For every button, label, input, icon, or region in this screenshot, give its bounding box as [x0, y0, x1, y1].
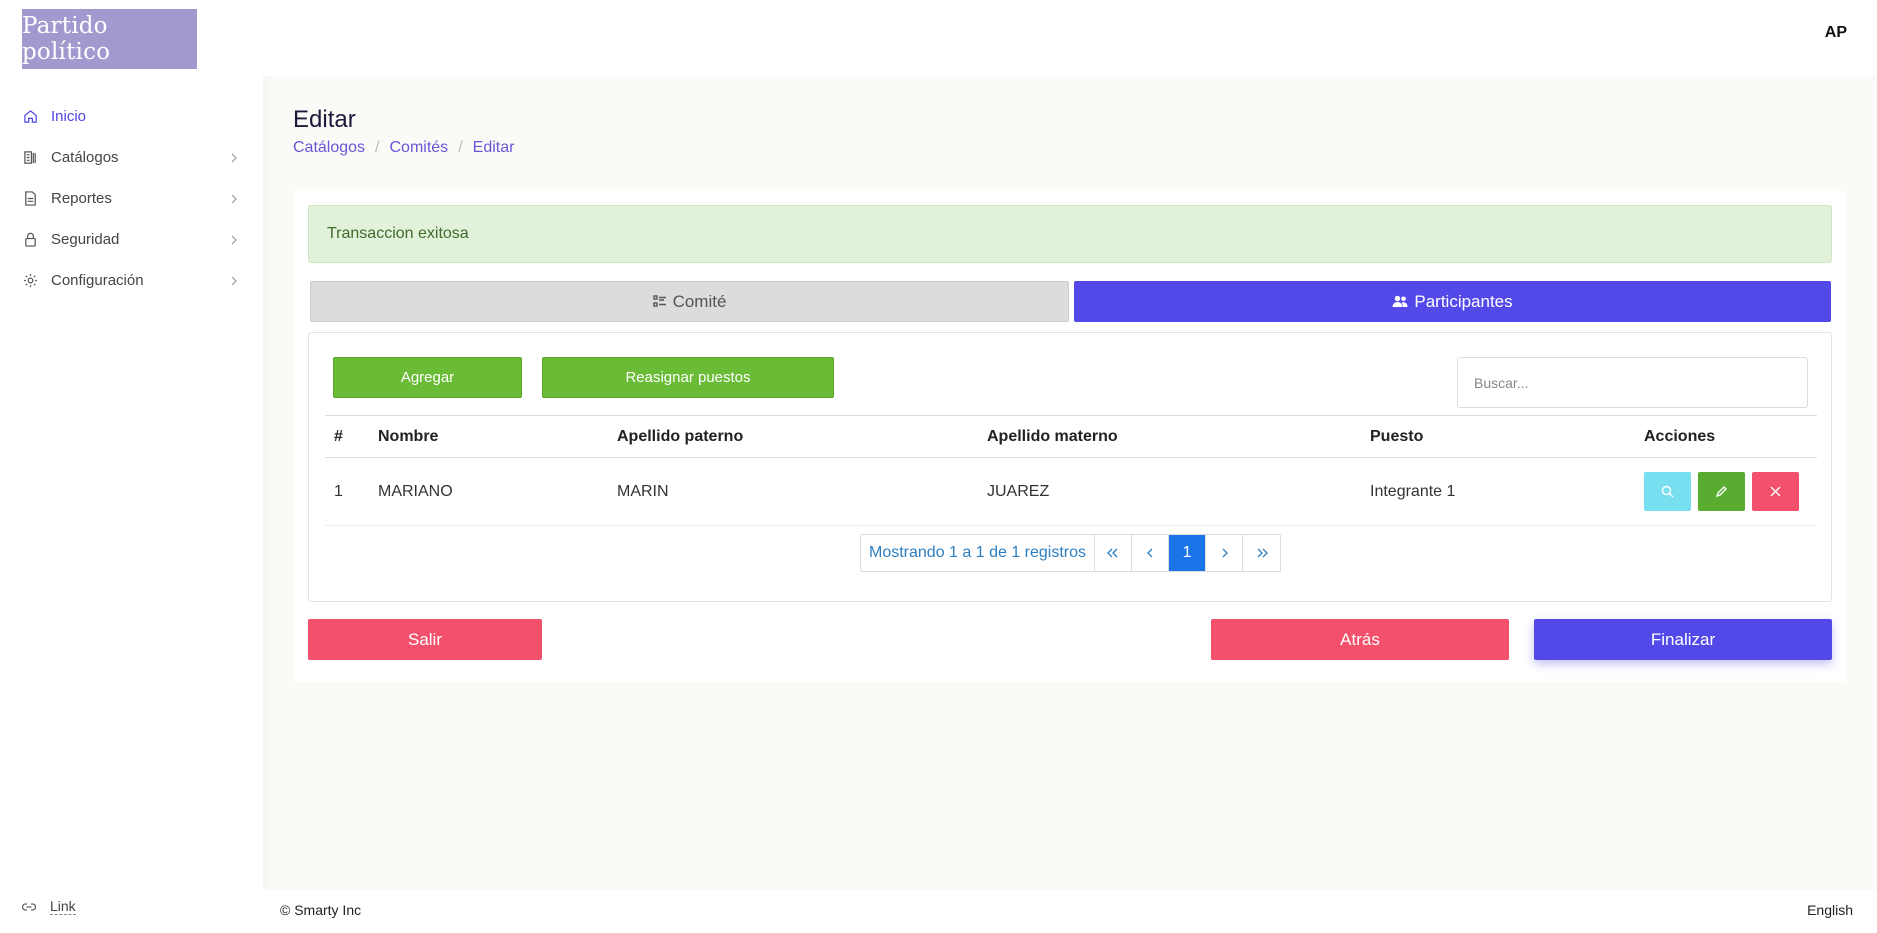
- sidebar-item-label: Reportes: [51, 190, 112, 207]
- reassign-button[interactable]: Reasignar puestos: [542, 357, 834, 398]
- chevron-right-icon: [231, 235, 237, 244]
- table-row: 1 MARIANO MARIN JUAREZ Integrante 1: [325, 457, 1817, 526]
- finish-button[interactable]: Finalizar: [1534, 619, 1832, 660]
- column-header: Acciones: [1635, 415, 1817, 458]
- last-page-button[interactable]: [1243, 535, 1280, 571]
- sidebar-nav: Inicio Catálogos Reportes Seguridad Conf…: [0, 96, 263, 301]
- row-actions: [1644, 472, 1817, 511]
- cell-actions: [1635, 457, 1817, 526]
- chevron-right-icon: [231, 276, 237, 285]
- column-header[interactable]: Apellido paterno: [608, 415, 978, 458]
- brand-logo[interactable]: Partido político: [22, 9, 197, 69]
- breadcrumb: Catálogos / Comités / Editar: [293, 139, 514, 157]
- participants-table: # Nombre Apellido paterno Apellido mater…: [325, 415, 1817, 526]
- sidebar-item-catalogos[interactable]: Catálogos: [0, 137, 263, 178]
- checklist-icon: [652, 295, 667, 308]
- chevron-right-icon: [231, 194, 237, 203]
- chevron-right-icon: [1222, 548, 1228, 558]
- page-title: Editar: [293, 106, 356, 133]
- pagination-info: Mostrando 1 a 1 de 1 registros: [861, 535, 1096, 571]
- sidebar-item-seguridad[interactable]: Seguridad: [0, 219, 263, 260]
- double-chevron-left-icon: [1107, 548, 1118, 558]
- tab-bar: Comité Participantes: [310, 281, 1831, 322]
- sidebar-bottom-link[interactable]: Link: [21, 898, 76, 915]
- avatar[interactable]: AP: [1825, 24, 1847, 42]
- cell-apellido-paterno: MARIN: [608, 457, 978, 526]
- double-chevron-right-icon: [1257, 548, 1268, 558]
- sidebar-link-label[interactable]: Link: [50, 898, 76, 915]
- prev-page-button[interactable]: [1132, 535, 1170, 571]
- cell-nombre: MARIANO: [369, 457, 608, 526]
- pencil-icon: [1715, 486, 1727, 498]
- link-icon: [21, 899, 37, 915]
- users-icon: [1392, 295, 1408, 308]
- column-header: #: [325, 415, 369, 458]
- search-input[interactable]: [1457, 357, 1808, 408]
- sidebar-item-label: Seguridad: [51, 231, 120, 248]
- breadcrumb-item-comites[interactable]: Comités: [390, 139, 449, 157]
- sidebar-item-label: Catálogos: [51, 149, 119, 166]
- breadcrumb-item-editar[interactable]: Editar: [473, 139, 515, 157]
- sidebar-item-label: Inicio: [51, 108, 87, 125]
- next-page-button[interactable]: [1206, 535, 1244, 571]
- cell-puesto: Integrante 1: [1361, 457, 1635, 526]
- breadcrumb-separator: /: [375, 139, 380, 156]
- participants-panel: Agregar Reasignar puestos # Nombre Apell…: [308, 332, 1832, 602]
- exit-button[interactable]: Salir: [308, 619, 542, 660]
- report-icon: [22, 191, 38, 207]
- view-button[interactable]: [1644, 472, 1691, 511]
- column-header[interactable]: Puesto: [1361, 415, 1635, 458]
- main-card: Transaccion exitosa Comité Participantes…: [293, 191, 1846, 682]
- sidebar-item-configuracion[interactable]: Configuración: [0, 260, 263, 301]
- tab-comite[interactable]: Comité: [310, 281, 1069, 322]
- breadcrumb-separator: /: [458, 139, 463, 156]
- chevron-left-icon: [1146, 548, 1152, 558]
- catalog-icon: [22, 150, 38, 166]
- chevron-right-icon: [231, 153, 237, 162]
- edit-button[interactable]: [1698, 472, 1745, 511]
- lock-icon: [22, 232, 38, 248]
- home-icon: [22, 109, 38, 125]
- sidebar-item-inicio[interactable]: Inicio: [0, 96, 263, 137]
- column-header[interactable]: Nombre: [369, 415, 608, 458]
- tab-label: Participantes: [1414, 291, 1513, 311]
- language-selector[interactable]: English: [1807, 902, 1853, 918]
- breadcrumb-item-catalogos[interactable]: Catálogos: [293, 139, 365, 157]
- close-icon: [1770, 486, 1781, 497]
- sidebar: Partido político Inicio Catálogos Report…: [0, 0, 263, 933]
- add-button[interactable]: Agregar: [333, 357, 522, 398]
- tab-participantes[interactable]: Participantes: [1074, 281, 1831, 322]
- copyright-text: © Smarty Inc: [280, 902, 362, 918]
- cell-apellido-materno: JUAREZ: [978, 457, 1361, 526]
- column-header[interactable]: Apellido materno: [978, 415, 1361, 458]
- cell-number: 1: [325, 457, 369, 526]
- delete-button[interactable]: [1752, 472, 1799, 511]
- success-alert: Transaccion exitosa: [308, 205, 1832, 263]
- table-header-row: # Nombre Apellido paterno Apellido mater…: [325, 415, 1817, 458]
- sidebar-item-reportes[interactable]: Reportes: [0, 178, 263, 219]
- page-1-button[interactable]: 1: [1169, 535, 1207, 571]
- back-button[interactable]: Atrás: [1211, 619, 1509, 660]
- top-bar: AP: [263, 0, 1877, 76]
- first-page-button[interactable]: [1095, 535, 1133, 571]
- gear-icon: [22, 273, 38, 289]
- search-icon: [1661, 485, 1674, 498]
- tab-label: Comité: [672, 291, 727, 311]
- pagination: Mostrando 1 a 1 de 1 registros 1: [860, 534, 1282, 572]
- sidebar-item-label: Configuración: [51, 272, 144, 289]
- page-footer: © Smarty Inc English: [263, 890, 1877, 933]
